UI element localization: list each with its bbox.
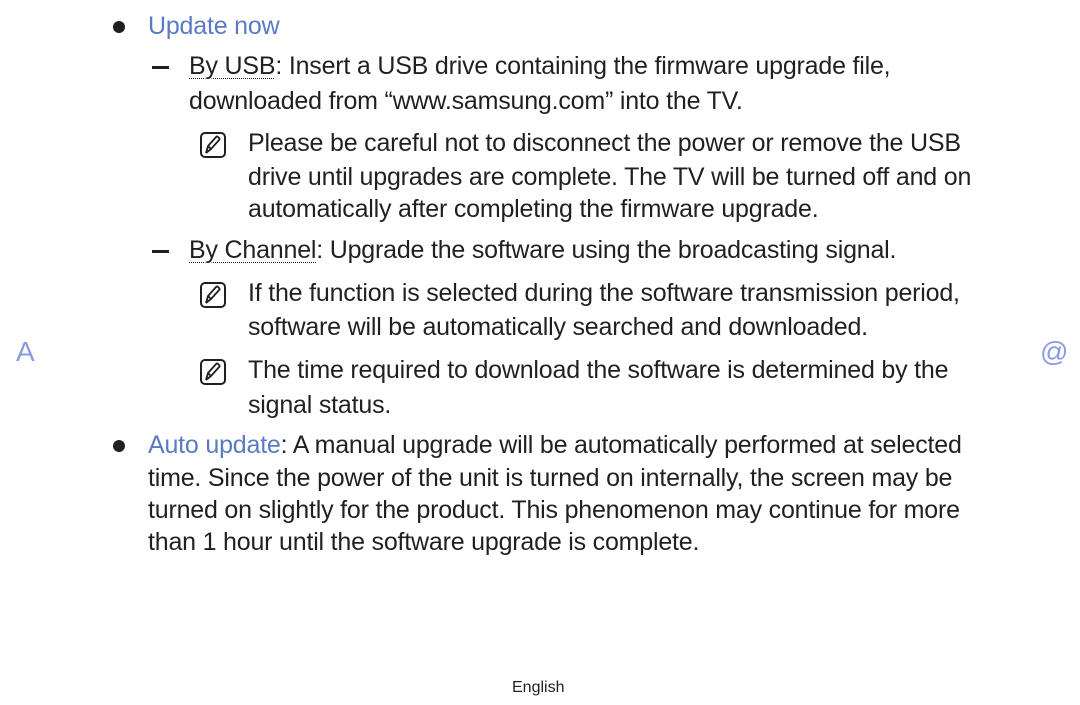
usb-note-line3: automatically after completing the firmw…	[248, 195, 819, 223]
note-icon	[200, 359, 226, 385]
by-channel-label: By Channel	[189, 236, 317, 264]
auto-update-line1: Auto update: A manual upgrade will be au…	[148, 431, 962, 459]
auto-update-line4: than 1 hour until the software upgrade i…	[148, 528, 700, 556]
channel-note1-line1: If the function is selected during the s…	[248, 279, 960, 307]
channel-note1-line2: software will be automatically searched …	[248, 313, 868, 341]
auto-update-heading: Auto update	[148, 431, 281, 459]
auto-update-line2: time. Since the power of the unit is tur…	[148, 464, 953, 492]
dash-icon	[152, 66, 169, 69]
dash-icon	[152, 250, 169, 253]
note-icon	[200, 132, 226, 158]
by-usb-line1: By USB: Insert a USB drive containing th…	[189, 52, 891, 80]
channel-note2-line1: The time required to download the softwa…	[248, 356, 949, 384]
bullet-icon	[113, 21, 125, 33]
note-icon	[200, 282, 226, 308]
by-usb-label: By USB	[189, 52, 276, 80]
index-nav-button[interactable]: A	[16, 336, 35, 368]
auto-update-line3: turned on slightly for the product. This…	[148, 496, 960, 524]
by-channel-line1: By Channel: Upgrade the software using t…	[189, 236, 897, 264]
bullet-icon	[113, 440, 125, 452]
update-now-heading: Update now	[148, 12, 280, 40]
channel-note2-line2: signal status.	[248, 391, 392, 419]
footer-language: English	[512, 679, 565, 696]
usb-note-line2: drive until upgrades are complete. The T…	[248, 163, 972, 191]
usb-note-line1: Please be careful not to disconnect the …	[248, 129, 961, 157]
by-usb-line2: downloaded from “www.samsung.com” into t…	[189, 87, 743, 115]
contents-nav-button[interactable]: @	[1040, 336, 1068, 368]
